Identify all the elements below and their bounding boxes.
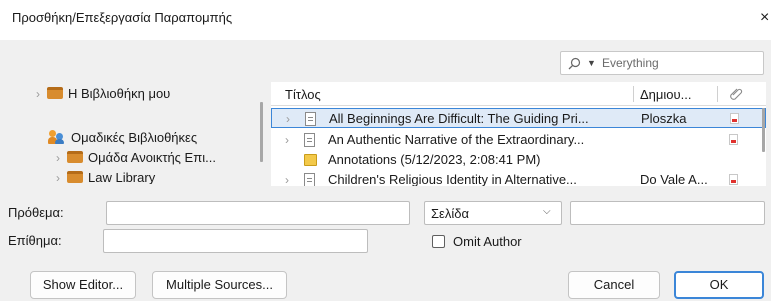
document-icon: [304, 133, 315, 147]
folder-icon: [67, 151, 83, 163]
column-header-title[interactable]: Τίτλος: [285, 87, 321, 102]
locator-field[interactable]: [570, 201, 765, 225]
caret-down-icon[interactable]: ▼: [587, 57, 596, 70]
title-bar: Προσθήκη/Επεξεργασία Παραπομπής ×: [0, 0, 771, 40]
multiple-sources-button[interactable]: Multiple Sources...: [152, 271, 287, 299]
column-divider[interactable]: [717, 86, 718, 102]
item-title: Annotations (5/12/2023, 2:08:41 PM): [328, 152, 541, 167]
collections-scrollbar[interactable]: [260, 102, 263, 162]
group-libraries-label: Ομαδικές Βιβλιοθήκες: [71, 130, 198, 145]
column-divider[interactable]: [633, 86, 634, 102]
locator-select[interactable]: Σελίδα ⌵: [424, 201, 562, 225]
item-title: An Authentic Narrative of the Extraordin…: [328, 132, 585, 147]
column-header-creator[interactable]: Δημιου...: [640, 87, 691, 102]
omit-author-checkbox[interactable]: [432, 235, 445, 248]
items-scrollbar[interactable]: [762, 108, 765, 152]
pdf-icon[interactable]: [729, 134, 738, 145]
collection-group-1[interactable]: › Ομάδα Ανοικτής Επι...: [52, 148, 216, 168]
collections-pane: › Η Βιβλιοθήκη μου Ομαδικές Βιβλιοθήκες ›…: [16, 78, 252, 184]
table-row[interactable]: › Children's Religious Identity in Alter…: [271, 170, 766, 186]
search-scope-placeholder: Everything: [602, 56, 659, 70]
window-title: Προσθήκη/Επεξεργασία Παραπομπής: [12, 10, 233, 25]
prefix-field[interactable]: [106, 201, 410, 225]
folder-icon: [47, 87, 63, 99]
item-title: Children's Religious Identity in Alterna…: [328, 172, 577, 186]
omit-author-label[interactable]: Omit Author: [453, 234, 522, 249]
chevron-right-icon[interactable]: ›: [52, 168, 64, 184]
items-header: Τίτλος Δημιου...: [271, 82, 766, 106]
chevron-down-icon[interactable]: ⌵: [543, 206, 551, 217]
item-creator: Ploszka: [641, 111, 687, 126]
search-icon[interactable]: [568, 57, 581, 70]
table-row[interactable]: › An Authentic Narrative of the Extraord…: [271, 130, 766, 150]
chevron-right-icon[interactable]: ›: [286, 109, 290, 129]
locator-value: Σελίδα: [431, 206, 469, 221]
suffix-label: Επίθημα:: [8, 233, 62, 248]
items-pane: Τίτλος Δημιου... › All Beginnings Are Di…: [271, 82, 766, 186]
pdf-icon[interactable]: [730, 113, 739, 124]
table-row[interactable]: › All Beginnings Are Difficult: The Guid…: [271, 108, 766, 128]
paperclip-icon[interactable]: [729, 86, 743, 100]
collection-label: Ομάδα Ανοικτής Επι...: [88, 150, 216, 165]
prefix-label: Πρόθεμα:: [8, 205, 64, 220]
item-creator: Do Vale A...: [640, 172, 708, 186]
collection-my-library[interactable]: › Η Βιβλιοθήκη μου: [32, 84, 170, 104]
collection-label: Law Library: [88, 170, 156, 184]
groups-icon: [48, 130, 66, 144]
close-button[interactable]: ×: [760, 8, 771, 28]
document-icon: [304, 173, 315, 186]
search-input[interactable]: ▼ Everything: [560, 51, 764, 75]
show-editor-button[interactable]: Show Editor...: [30, 271, 136, 299]
chevron-right-icon[interactable]: ›: [285, 170, 289, 186]
folder-icon: [67, 171, 83, 183]
chevron-right-icon[interactable]: ›: [32, 84, 44, 104]
cancel-button[interactable]: Cancel: [568, 271, 660, 299]
group-libraries-header[interactable]: Ομαδικές Βιβλιοθήκες: [48, 128, 197, 148]
ok-button[interactable]: OK: [674, 271, 764, 299]
chevron-right-icon[interactable]: ›: [52, 148, 64, 168]
collection-group-2[interactable]: › Law Library: [52, 168, 155, 184]
note-icon: [304, 154, 317, 166]
item-title: All Beginnings Are Difficult: The Guidin…: [329, 111, 589, 126]
chevron-right-icon[interactable]: ›: [285, 130, 289, 150]
collection-label: Η Βιβλιοθήκη μου: [68, 86, 171, 101]
pdf-icon[interactable]: [729, 174, 738, 185]
table-row[interactable]: Annotations (5/12/2023, 2:08:41 PM): [271, 150, 766, 170]
document-icon: [305, 112, 316, 126]
suffix-field[interactable]: [103, 229, 368, 253]
